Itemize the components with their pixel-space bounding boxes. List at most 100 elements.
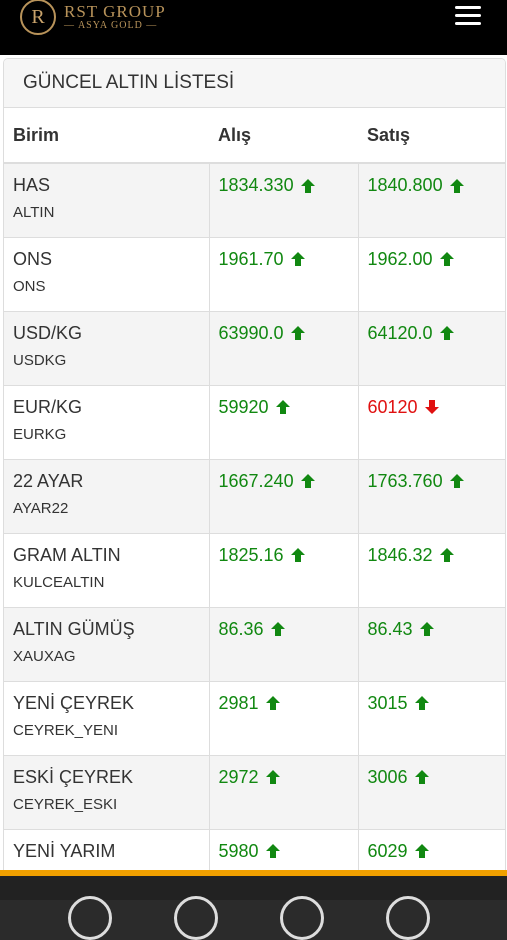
table-row[interactable]: ONS ONS 1961.70 1962.00 [4, 236, 505, 312]
sell-price: 86.43 [368, 619, 435, 640]
sell-cell: 6029 [357, 828, 505, 870]
table-row[interactable]: HAS ALTIN 1834.330 1840.800 [4, 162, 505, 238]
buy-value: 1961.70 [218, 248, 284, 269]
unit-code: KULCEALTIN [13, 573, 105, 591]
buy-value: 1834.330 [218, 175, 294, 195]
column-header-sell: Satış [358, 108, 505, 164]
unit-cell: HAS ALTIN [4, 162, 210, 238]
sell-cell: 86.43 [357, 606, 505, 682]
buy-price: 2981 [219, 693, 281, 714]
buy-price: 63990.0 [219, 323, 306, 344]
unit-name: YENİ ÇEYREK [13, 692, 135, 713]
nav-icon-1[interactable] [68, 896, 112, 940]
buy-price: 1825.16 [219, 545, 306, 566]
buy-price: 1834.330 [219, 175, 316, 196]
unit-name: YENİ YARIM [13, 840, 116, 861]
table-row[interactable]: EUR/KG EURKG 59920 60120 [4, 384, 505, 460]
unit-code: EURKG [13, 425, 67, 443]
arrow-up-icon [265, 843, 281, 859]
buy-cell: 86.36 [208, 606, 359, 682]
buy-price: 2972 [219, 767, 281, 788]
buy-value: 86.36 [218, 618, 264, 639]
sell-price: 6029 [368, 841, 430, 862]
sell-cell: 1962.00 [357, 236, 505, 312]
buy-cell: 1961.70 [208, 236, 359, 312]
table-row[interactable]: ESKİ ÇEYREK CEYREK_ESKI 2972 3006 [4, 754, 505, 830]
hamburger-menu-icon[interactable] [455, 6, 481, 28]
unit-name: HAS [13, 175, 51, 195]
table-row[interactable]: YENİ ÇEYREK CEYREK_YENI 2981 3015 [4, 680, 505, 756]
content-panel: GÜNCEL ALTIN LİSTESİ Birim Alış Satış HA… [0, 55, 507, 870]
unit-cell: YENİ ÇEYREK CEYREK_YENI [4, 680, 210, 756]
nav-icon-4[interactable] [386, 896, 430, 940]
sell-price: 1846.32 [368, 545, 455, 566]
sell-price: 60120 [368, 397, 440, 418]
buy-value: 2981 [218, 692, 259, 713]
buy-cell: 63990.0 [208, 310, 359, 386]
logo-subtitle: — ASYA GOLD — [64, 20, 158, 31]
arrow-up-icon [300, 473, 316, 489]
sell-cell: 60120 [357, 384, 505, 460]
unit-cell: ONS ONS [4, 236, 210, 312]
arrow-up-icon [419, 621, 435, 637]
sell-cell: 3006 [357, 754, 505, 830]
arrow-up-icon [449, 178, 465, 194]
sell-value: 3015 [367, 692, 408, 713]
table-row[interactable]: ALTIN GÜMÜŞ XAUXAG 86.36 86.43 [4, 606, 505, 682]
sell-value: 64120.0 [367, 322, 433, 343]
arrow-up-icon [270, 621, 286, 637]
unit-cell: USD/KG USDKG [4, 310, 210, 386]
sell-value: 1962.00 [367, 248, 433, 269]
buy-value: 63990.0 [218, 322, 284, 343]
table-row[interactable]: YENİ YARIM 5980 6029 [4, 828, 505, 870]
sell-cell: 64120.0 [357, 310, 505, 386]
sell-price: 1962.00 [368, 249, 455, 270]
unit-code: AYAR22 [13, 499, 69, 517]
unit-code: ALTIN [13, 204, 55, 221]
card-title: GÜNCEL ALTIN LİSTESİ [4, 59, 505, 108]
unit-code: ONS [13, 277, 46, 295]
buy-cell: 59920 [208, 384, 359, 460]
unit-code: CEYREK_YENI [13, 721, 119, 739]
unit-name: ESKİ ÇEYREK [13, 766, 134, 787]
buy-cell: 1667.240 [208, 458, 359, 534]
table-row[interactable]: 22 AYAR AYAR22 1667.240 1763.760 [4, 458, 505, 534]
sell-cell: 1840.800 [357, 162, 505, 238]
buy-value: 1667.240 [218, 470, 294, 491]
nav-icon-2[interactable] [174, 896, 218, 940]
unit-code: USDKG [13, 351, 67, 369]
logo[interactable]: R RST GROUP — ASYA GOLD — [20, 0, 166, 38]
table-row[interactable]: USD/KG USDKG 63990.0 64120.0 [4, 310, 505, 386]
bottom-nav [0, 870, 507, 940]
arrow-up-icon [439, 547, 455, 563]
sell-value: 1763.760 [367, 470, 443, 491]
sell-price: 3015 [368, 693, 430, 714]
sell-price: 64120.0 [368, 323, 455, 344]
arrow-up-icon [265, 769, 281, 785]
column-header-buy: Alış [209, 108, 358, 164]
sell-value: 86.43 [367, 618, 413, 639]
arrow-up-icon [439, 325, 455, 341]
nav-icon-3[interactable] [280, 896, 324, 940]
unit-cell: GRAM ALTIN KULCEALTIN [4, 532, 210, 608]
buy-price: 5980 [219, 841, 281, 862]
buy-value: 1825.16 [218, 544, 284, 565]
unit-cell: 22 AYAR AYAR22 [4, 458, 210, 534]
unit-cell: ALTIN GÜMÜŞ XAUXAG [4, 606, 210, 682]
arrow-up-icon [300, 178, 316, 194]
unit-code: CEYREK_ESKI [13, 795, 118, 813]
sell-value: 3006 [367, 766, 408, 787]
buy-value: 2972 [218, 766, 259, 787]
table-row[interactable]: GRAM ALTIN KULCEALTIN 1825.16 1846.32 [4, 532, 505, 608]
arrow-up-icon [290, 547, 306, 563]
buy-price: 1961.70 [219, 249, 306, 270]
buy-cell: 1825.16 [208, 532, 359, 608]
logo-title: RST GROUP [64, 2, 166, 21]
sell-cell: 1846.32 [357, 532, 505, 608]
buy-value: 5980 [218, 840, 259, 861]
arrow-up-icon [414, 695, 430, 711]
unit-name: 22 AYAR [13, 470, 84, 491]
sell-cell: 3015 [357, 680, 505, 756]
arrow-up-icon [449, 473, 465, 489]
unit-name: ONS [13, 248, 53, 269]
